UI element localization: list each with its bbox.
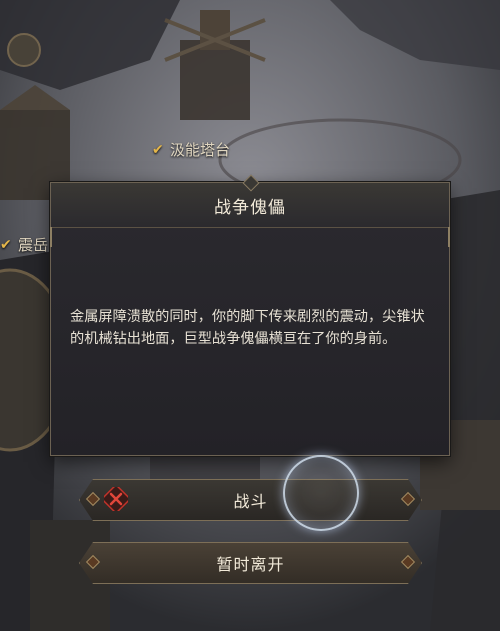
map-label-energy-tower[interactable]: ✔ 汲能塔台 bbox=[152, 139, 230, 160]
event-dialog: 战争傀儡 金属屏障溃散的同时，你的脚下传来剧烈的震动，尖锥状的机械钻出地面，巨型… bbox=[50, 174, 450, 456]
dialog-corner-left bbox=[50, 227, 66, 247]
leave-button-label: 暂时离开 bbox=[216, 555, 285, 574]
fight-button-label: 战斗 bbox=[233, 492, 268, 511]
glow-effect bbox=[283, 455, 359, 531]
crossed-swords-icon bbox=[104, 487, 128, 511]
dialog-title: 战争傀儡 bbox=[214, 197, 286, 218]
dialog-body-text: 金属屏障溃散的同时，你的脚下传来剧烈的震动，尖锥状的机械钻出地面，巨型战争傀儡横… bbox=[70, 309, 425, 347]
leave-button[interactable]: 暂时离开 bbox=[79, 542, 422, 584]
map-label-text: 汲能塔台 bbox=[170, 141, 231, 159]
checkmark-icon: ✔ bbox=[152, 141, 164, 158]
fight-button[interactable]: 战斗 bbox=[79, 479, 422, 521]
map-label-second[interactable]: ✔ 震岳 bbox=[0, 234, 48, 255]
dialog-corner-right bbox=[434, 227, 450, 247]
map-label-text: 震岳 bbox=[18, 236, 49, 254]
checkmark-icon: ✔ bbox=[0, 236, 12, 253]
